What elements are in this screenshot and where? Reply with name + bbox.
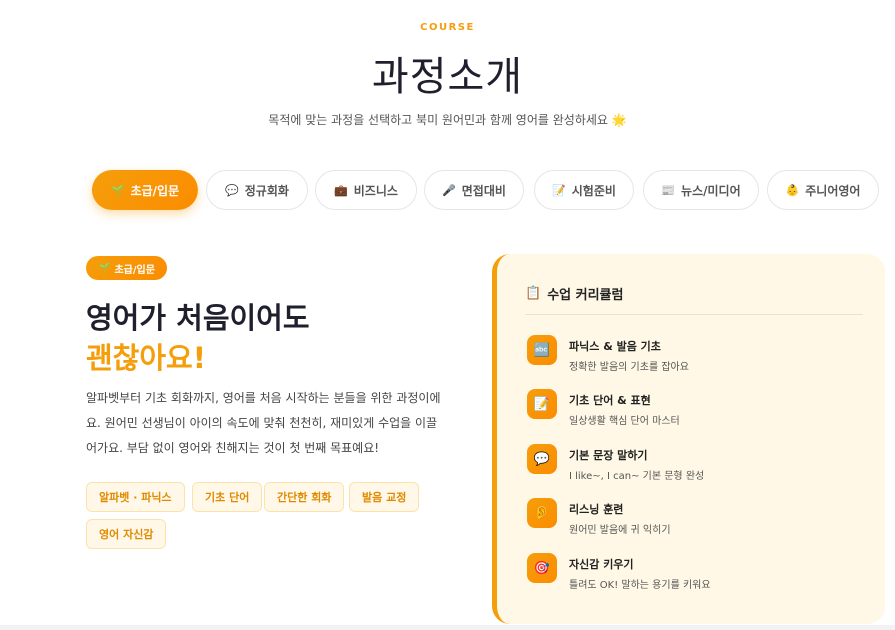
page-subtitle: 목적에 맞는 과정을 선택하고 북미 원어민과 함께 영어를 완성하세요 🌟	[268, 113, 627, 127]
level-badge: 🌱 초급/입문	[86, 256, 167, 280]
curriculum-item-desc: I like~, I can~ 기본 문형 완성	[569, 471, 705, 482]
curriculum-item-desc: 일상생활 핵심 단어 마스터	[569, 416, 680, 427]
course-headline: 영어가 처음이어도	[86, 301, 310, 335]
curriculum-item-name: 파닉스 & 발음 기초	[569, 340, 661, 353]
course-description: 알파벳부터 기초 회화까지, 영어를 처음 시작하는 분들을 위한 과정이에요.…	[86, 391, 441, 455]
tab-conversation[interactable]: 💬 정규회화	[206, 170, 308, 210]
skill-chip: 영어 자신감	[86, 519, 167, 549]
tab-label: 뉴스/미디어	[681, 183, 741, 198]
newspaper-icon: 📰	[661, 183, 676, 197]
tab-label: 시험준비	[571, 183, 616, 198]
tab-label: 주니어영어	[805, 183, 861, 198]
tab-interview[interactable]: 🎤 면접대비	[424, 170, 524, 210]
curriculum-title-text: 수업 커리큘럼	[547, 288, 624, 303]
sprout-icon: 🌱	[110, 183, 125, 197]
memo-icon: 📝	[552, 183, 566, 197]
speech-bubble-icon: 💬	[225, 183, 239, 197]
bottom-divider	[0, 625, 895, 630]
skill-chip: 간단한 회화	[264, 482, 345, 512]
tab-business[interactable]: 💼 비즈니스	[315, 170, 417, 210]
curriculum-item-desc: 원어민 발음에 귀 익히기	[569, 525, 671, 536]
curriculum-item-name: 리스닝 훈련	[569, 503, 624, 516]
curriculum-item-name: 자신감 키우기	[569, 558, 634, 571]
sprout-icon: 🌱	[98, 262, 111, 274]
abc-icon: 🔤	[527, 335, 557, 365]
course-headline-accent: 괜찮아요!	[86, 341, 206, 375]
briefcase-icon: 💼	[334, 183, 348, 197]
curriculum-item-name: 기초 단어 & 표현	[569, 394, 651, 407]
child-icon: 👶	[785, 183, 800, 197]
skill-chip: 알파벳 · 파닉스	[86, 482, 185, 512]
course-eyebrow: COURSE	[420, 22, 475, 33]
divider	[525, 314, 863, 315]
page-title: 과정소개	[371, 54, 524, 100]
curriculum-item: 👂 리스닝 훈련 원어민 발음에 귀 익히기	[527, 498, 857, 538]
tab-junior[interactable]: 👶 주니어영어	[767, 170, 879, 210]
memo-icon: 📝	[527, 389, 557, 419]
curriculum-item: 💬 기본 문장 말하기 I like~, I can~ 기본 문형 완성	[527, 444, 857, 484]
level-badge-label: 초급/입문	[114, 264, 155, 276]
curriculum-item-desc: 틀려도 OK! 말하는 용기를 키워요	[569, 580, 711, 591]
tab-label: 비즈니스	[353, 183, 398, 198]
skill-chip: 기초 단어	[192, 482, 263, 512]
tab-beginner[interactable]: 🌱 초급/입문	[92, 170, 198, 210]
target-icon: 🎯	[527, 553, 557, 583]
tab-exam[interactable]: 📝 시험준비	[534, 170, 634, 210]
curriculum-item-desc: 정확한 발음의 기초를 잡아요	[569, 362, 689, 373]
curriculum-item: 🔤 파닉스 & 발음 기초 정확한 발음의 기초를 잡아요	[527, 335, 857, 375]
ear-icon: 👂	[527, 498, 557, 528]
microphone-icon: 🎤	[442, 183, 456, 197]
curriculum-title: 📋 수업 커리큘럼	[525, 284, 623, 303]
tab-label: 면접대비	[461, 183, 506, 198]
tab-label: 초급/입문	[130, 183, 180, 198]
curriculum-panel: 📋 수업 커리큘럼 🔤 파닉스 & 발음 기초 정확한 발음의 기초를 잡아요 …	[492, 254, 885, 624]
tab-label: 정규회화	[244, 183, 289, 198]
curriculum-item: 🎯 자신감 키우기 틀려도 OK! 말하는 용기를 키워요	[527, 553, 857, 593]
clipboard-icon: 📋	[525, 286, 542, 301]
curriculum-item-name: 기본 문장 말하기	[569, 449, 648, 462]
tab-news-media[interactable]: 📰 뉴스/미디어	[643, 170, 759, 210]
speech-bubble-icon: 💬	[527, 444, 557, 474]
curriculum-item: 📝 기초 단어 & 표현 일상생활 핵심 단어 마스터	[527, 389, 857, 429]
skill-chip: 발음 교정	[349, 482, 420, 512]
